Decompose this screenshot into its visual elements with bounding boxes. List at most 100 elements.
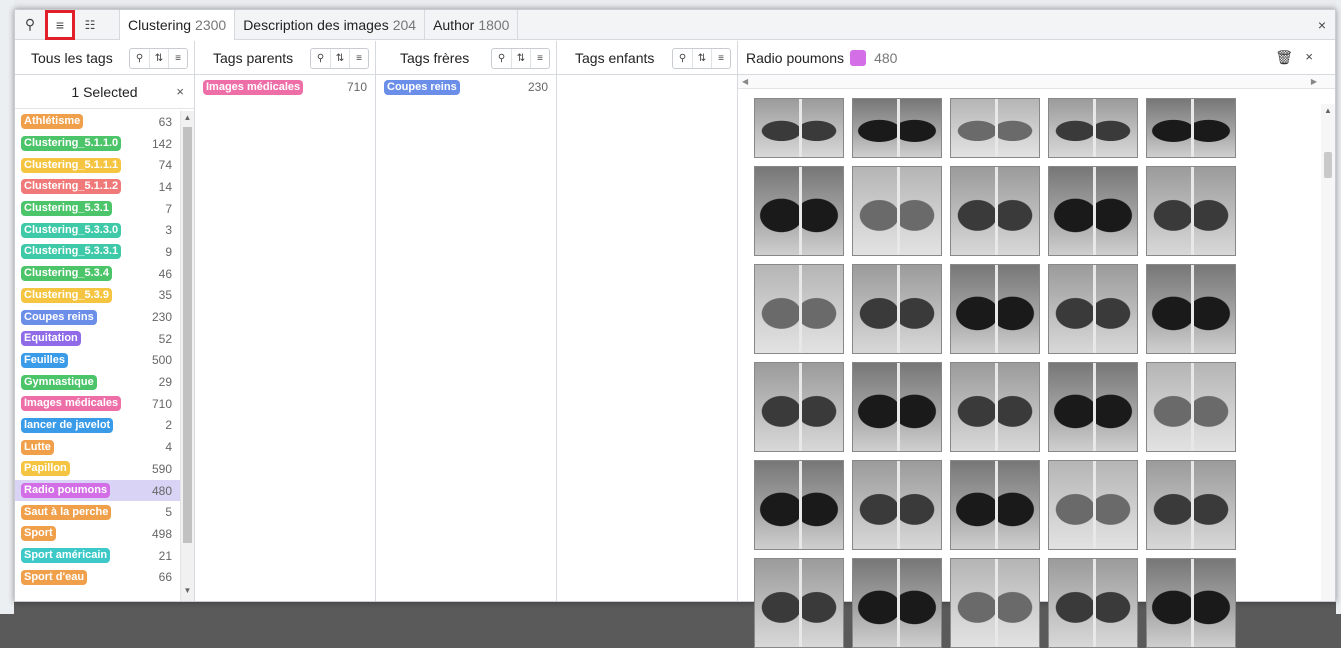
tag-count: 230 (151, 310, 172, 325)
list-view-button[interactable]: ≡ (45, 9, 75, 40)
xray-thumbnail[interactable] (950, 98, 1040, 158)
xray-thumbnail[interactable] (1048, 460, 1138, 550)
list-item[interactable]: Coupes reins 230 (376, 75, 556, 97)
xray-thumbnail[interactable] (754, 98, 844, 158)
tag-count: 590 (151, 461, 172, 476)
list-item[interactable]: Images médicales 710 (15, 393, 180, 415)
xray-thumbnail[interactable] (852, 98, 942, 158)
xray-thumbnail[interactable] (852, 166, 942, 256)
list-item[interactable]: Clustering_5.1.1.2 14 (15, 176, 180, 198)
sort-alpha-icon[interactable]: ⇅ (330, 49, 349, 68)
list-item[interactable]: Feuilles 500 (15, 350, 180, 372)
xray-thumbnail[interactable] (754, 460, 844, 550)
sort-alpha-icon[interactable]: ⇅ (511, 49, 530, 68)
list-item[interactable]: Athlétisme 63 (15, 111, 180, 133)
list-item[interactable]: lancer de javelot 2 (15, 415, 180, 437)
xray-thumbnail[interactable] (852, 558, 942, 648)
clear-selection-button[interactable]: × (176, 84, 184, 99)
xray-thumbnail[interactable] (1048, 98, 1138, 158)
tree-view-button[interactable]: ☷ (75, 10, 105, 40)
search-icon[interactable]: ⚲ (130, 49, 149, 68)
xray-thumbnail[interactable] (950, 166, 1040, 256)
xray-thumbnail[interactable] (1146, 460, 1236, 550)
list-item[interactable]: Sport américain 21 (15, 545, 180, 567)
search-icon[interactable]: ⚲ (673, 49, 692, 68)
scroll-up-arrow[interactable]: ▲ (181, 113, 194, 122)
sort-alpha-icon[interactable]: ⇅ (692, 49, 711, 68)
search-icon[interactable]: ⚲ (311, 49, 330, 68)
list-item[interactable]: Clustering_5.1.1.1 74 (15, 154, 180, 176)
xray-thumbnail[interactable] (754, 166, 844, 256)
scroll-left-arrow[interactable]: ◀ (742, 77, 748, 86)
xray-thumbnail[interactable] (1048, 558, 1138, 648)
list-item[interactable]: Clustering_5.3.9 35 (15, 285, 180, 307)
xray-thumbnail[interactable] (950, 558, 1040, 648)
list-item[interactable]: Images médicales 710 (195, 75, 375, 97)
tab-clustering[interactable]: Clustering 2300 (120, 9, 236, 40)
list-item[interactable]: Lutte 4 (15, 436, 180, 458)
child-tags-column: Tags enfants ⚲ ⇅ ≡ (557, 41, 738, 601)
xray-thumbnail[interactable] (754, 558, 844, 648)
xray-thumbnail[interactable] (852, 460, 942, 550)
xray-thumbnail[interactable] (852, 264, 942, 354)
sort-count-icon[interactable]: ≡ (168, 49, 187, 68)
list-item[interactable]: Clustering_5.3.3.1 9 (15, 241, 180, 263)
list-item[interactable]: Papillon 590 (15, 458, 180, 480)
scrollbar-thumb[interactable] (1324, 152, 1332, 178)
sort-count-icon[interactable]: ≡ (530, 49, 549, 68)
xray-thumbnail[interactable] (852, 362, 942, 452)
xray-thumbnail[interactable] (754, 264, 844, 354)
xray-thumbnail[interactable] (1048, 362, 1138, 452)
sibling-tags-header: Tags frères ⚲ ⇅ ≡ (376, 41, 556, 75)
top-toolbar: ⚲ ≡ ☷ Clustering 2300 Description des ima… (15, 9, 1335, 40)
tab-count: 204 (392, 16, 417, 33)
list-item[interactable]: Equitation 52 (15, 328, 180, 350)
list-item[interactable]: Clustering_5.3.4 46 (15, 263, 180, 285)
xray-thumbnail[interactable] (1146, 166, 1236, 256)
xray-thumbnail[interactable] (1146, 558, 1236, 648)
tag-list-scrollbar[interactable]: ▲ ▼ (180, 111, 194, 601)
xray-thumbnail[interactable] (950, 264, 1040, 354)
sort-alpha-icon[interactable]: ⇅ (149, 49, 168, 68)
xray-thumbnail[interactable] (1146, 98, 1236, 158)
tag-manager-window: ⚲ ≡ ☷ Clustering 2300 Description des ima… (14, 9, 1336, 648)
xray-thumbnail[interactable] (1146, 362, 1236, 452)
xray-thumbnail[interactable] (754, 362, 844, 452)
sort-count-icon[interactable]: ≡ (349, 49, 368, 68)
child-tags-header: Tags enfants ⚲ ⇅ ≡ (557, 41, 737, 75)
tag-count: 3 (165, 223, 172, 238)
background-sidebar (0, 0, 14, 614)
list-item[interactable]: Clustering_5.3.3.0 3 (15, 219, 180, 241)
list-item[interactable]: Radio poumons 480 (15, 479, 180, 502)
xray-thumbnail[interactable] (1146, 264, 1236, 354)
list-item[interactable]: Coupes reins 230 (15, 306, 180, 328)
list-item[interactable]: Gymnastique 29 (15, 371, 180, 393)
xray-thumbnail[interactable] (950, 362, 1040, 452)
close-window-button[interactable]: × (1309, 17, 1335, 33)
tag-icon[interactable]: ⚲ (15, 10, 45, 40)
search-icon[interactable]: ⚲ (492, 49, 511, 68)
close-panel-button[interactable]: × (1305, 49, 1313, 64)
list-item[interactable]: Sport 498 (15, 523, 180, 545)
tab-description-images[interactable]: Description des images 204 (235, 9, 426, 40)
image-count: 480 (874, 49, 898, 66)
scroll-down-arrow[interactable]: ▼ (181, 586, 194, 595)
scroll-up-arrow[interactable]: ▲ (1321, 106, 1335, 115)
list-icon: ≡ (55, 16, 65, 33)
image-grid-scrollbar[interactable]: ▲ (1321, 104, 1335, 601)
horizontal-scrollbar[interactable]: ◀ ▶ (738, 75, 1335, 89)
scrollbar-thumb[interactable] (183, 127, 192, 543)
tag-count: 230 (527, 80, 548, 94)
list-item[interactable]: Clustering_5.3.1 7 (15, 198, 180, 220)
scroll-right-arrow[interactable]: ▶ (1311, 77, 1317, 86)
list-item[interactable]: Sport d'eau 66 (15, 566, 180, 588)
trash-icon[interactable]: 🗑 (1275, 49, 1293, 66)
xray-thumbnail[interactable] (950, 460, 1040, 550)
sort-count-icon[interactable]: ≡ (711, 49, 730, 68)
xray-thumbnail[interactable] (1048, 264, 1138, 354)
list-item[interactable]: Clustering_5.1.1.0 142 (15, 133, 180, 155)
xray-thumbnail[interactable] (1048, 166, 1138, 256)
tag-count: 2 (165, 418, 172, 433)
list-item[interactable]: Saut à la perche 5 (15, 501, 180, 523)
tab-author[interactable]: Author 1800 (425, 9, 519, 40)
